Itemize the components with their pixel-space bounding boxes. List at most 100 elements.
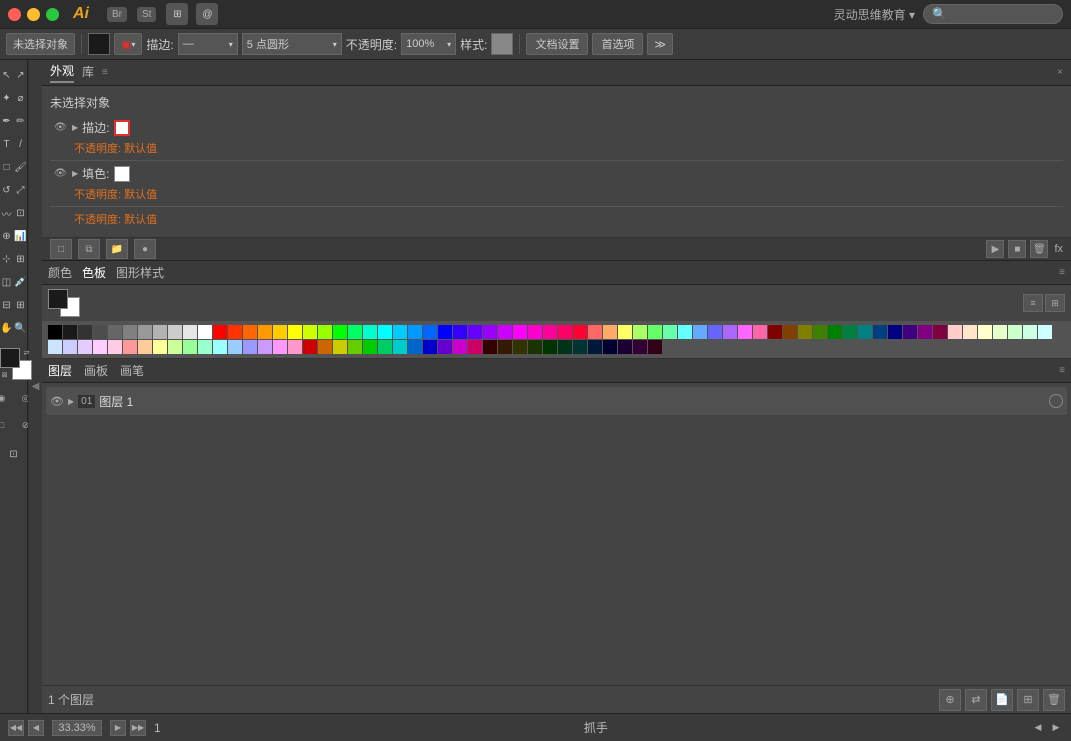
stroke-combo[interactable]: — ▾ xyxy=(178,33,238,55)
fill-opacity[interactable]: 不透明度: 默认值 xyxy=(50,186,1063,202)
swatch-cell[interactable] xyxy=(378,340,392,354)
swatch-cell[interactable] xyxy=(408,340,422,354)
swatch-cell[interactable] xyxy=(573,325,587,339)
swatch-cell[interactable] xyxy=(408,325,422,339)
brand-text[interactable]: 灵动思维教育 ▾ xyxy=(834,6,915,23)
swatch-cell[interactable] xyxy=(513,325,527,339)
global-opacity[interactable]: 不透明度: 默认值 xyxy=(50,211,1063,227)
color-mode-btn[interactable]: ◉ xyxy=(0,387,13,409)
swatch-cell[interactable] xyxy=(288,325,302,339)
swap-colors-icon[interactable]: ⇄ xyxy=(22,348,32,358)
swatch-cell[interactable] xyxy=(738,325,752,339)
swatch-cell[interactable] xyxy=(498,340,512,354)
panel-options-btn[interactable]: ≡ xyxy=(102,67,108,78)
swatch-cell[interactable] xyxy=(813,325,827,339)
swatch-cell[interactable] xyxy=(198,340,212,354)
fill-visibility-eye[interactable]: 👁 xyxy=(54,168,68,179)
swatch-cell[interactable] xyxy=(768,325,782,339)
warp-tool[interactable]: 〰 xyxy=(0,202,14,224)
swatch-cell[interactable] xyxy=(258,340,272,354)
appearance-tab[interactable]: 外观 xyxy=(50,62,74,83)
view-mode-btn[interactable]: □ xyxy=(0,414,13,436)
move-selection-btn[interactable]: ⊞ xyxy=(1017,689,1039,711)
swatch-cell[interactable] xyxy=(423,325,437,339)
swatch-cell[interactable] xyxy=(618,340,632,354)
preferences-btn[interactable]: 首选项 xyxy=(592,33,643,55)
swatch-cell[interactable] xyxy=(183,325,197,339)
layer-expand-arrow[interactable]: ▶ xyxy=(68,397,74,406)
swatch-cell[interactable] xyxy=(108,325,122,339)
maximize-button[interactable] xyxy=(46,8,59,21)
select-tool[interactable]: ↖ xyxy=(0,64,14,86)
stroke-color-swatch[interactable] xyxy=(88,33,110,55)
stroke-opacity[interactable]: 不透明度: 默认值 xyxy=(50,140,1063,156)
layer-row-1[interactable]: 👁 ▶ 01 图层 1 xyxy=(46,387,1067,415)
swatch-cell[interactable] xyxy=(603,325,617,339)
swatch-cell[interactable] xyxy=(138,340,152,354)
swatch-cell[interactable] xyxy=(333,340,347,354)
new-item-btn[interactable]: □ xyxy=(50,239,72,259)
swatch-cell[interactable] xyxy=(153,340,167,354)
swatch-cell[interactable] xyxy=(363,340,377,354)
fill-collapse-arrow[interactable]: ▶ xyxy=(72,169,78,178)
swatch-cell[interactable] xyxy=(633,340,647,354)
foreground-swatch[interactable] xyxy=(0,348,20,368)
swatch-cell[interactable] xyxy=(468,325,482,339)
swatch-cell[interactable] xyxy=(108,340,122,354)
lasso-tool[interactable]: ⌀ xyxy=(14,87,28,109)
swatch-cell[interactable] xyxy=(543,325,557,339)
bridge-icon[interactable]: Br xyxy=(107,7,127,22)
swatch-cell[interactable] xyxy=(63,340,77,354)
swatch-cell[interactable] xyxy=(558,325,572,339)
stock-icon[interactable]: St xyxy=(137,7,156,22)
swatch-cell[interactable] xyxy=(483,340,497,354)
add-anchor-tool[interactable]: ✏ xyxy=(14,110,28,132)
swatch-cell[interactable] xyxy=(588,340,602,354)
swatch-cell[interactable] xyxy=(288,340,302,354)
close-button[interactable] xyxy=(8,8,21,21)
direct-select-tool[interactable]: ↗ xyxy=(14,64,28,86)
swatch-cell[interactable] xyxy=(213,340,227,354)
swatch-cell[interactable] xyxy=(963,325,977,339)
swatch-cell[interactable] xyxy=(753,325,767,339)
swatch-cell[interactable] xyxy=(843,325,857,339)
fill-swatch[interactable] xyxy=(114,166,130,182)
color-tab[interactable]: 颜色 xyxy=(48,264,72,281)
layers-options-btn[interactable]: ≡ xyxy=(1059,365,1065,376)
library-tab[interactable]: 库 xyxy=(82,63,94,82)
swatch-cell[interactable] xyxy=(183,340,197,354)
swatch-cell[interactable] xyxy=(918,325,932,339)
make-mask-btn[interactable]: ⊕ xyxy=(939,689,961,711)
search-input[interactable] xyxy=(951,8,1054,20)
swatch-cell[interactable] xyxy=(273,325,287,339)
swatch-cell[interactable] xyxy=(468,340,482,354)
stroke-collapse-arrow[interactable]: ▶ xyxy=(72,123,78,132)
grid-icon[interactable]: ⊞ xyxy=(166,3,188,25)
swatch-cell[interactable] xyxy=(243,340,257,354)
shape-combo[interactable]: 5 点圆形 ▾ xyxy=(242,33,342,55)
artboard-tool[interactable]: ⊟ xyxy=(0,294,14,316)
fx-label[interactable]: fx xyxy=(1054,243,1063,255)
swatch-cell[interactable] xyxy=(303,325,317,339)
zoom-tool[interactable]: 🔍 xyxy=(14,317,28,339)
swatch-cell[interactable] xyxy=(558,340,572,354)
swatch-cell[interactable] xyxy=(948,325,962,339)
swatch-cell[interactable] xyxy=(633,325,647,339)
swatch-cell[interactable] xyxy=(93,325,107,339)
swatch-cell[interactable] xyxy=(678,325,692,339)
screen-mode-btn[interactable]: ⊡ xyxy=(7,443,21,465)
swatch-cell[interactable] xyxy=(318,340,332,354)
swatch-cell[interactable] xyxy=(393,340,407,354)
fg-color-box[interactable] xyxy=(48,289,68,309)
panel-close-btn[interactable]: × xyxy=(1057,67,1063,78)
nav-back-btn[interactable]: ◀ xyxy=(28,720,44,736)
grid-view-btn[interactable]: ⊞ xyxy=(1045,294,1065,312)
swatch-cell[interactable] xyxy=(498,325,512,339)
swatch-cell[interactable] xyxy=(888,325,902,339)
swatch-cell[interactable] xyxy=(453,325,467,339)
eyedropper-tool[interactable]: 💉 xyxy=(14,271,28,293)
play-btn[interactable]: ▶ xyxy=(986,240,1004,258)
hand-tool[interactable]: ✋ xyxy=(0,317,14,339)
spiral-icon[interactable]: @ xyxy=(196,3,218,25)
delete-btn[interactable]: 🗑 xyxy=(1030,240,1048,258)
